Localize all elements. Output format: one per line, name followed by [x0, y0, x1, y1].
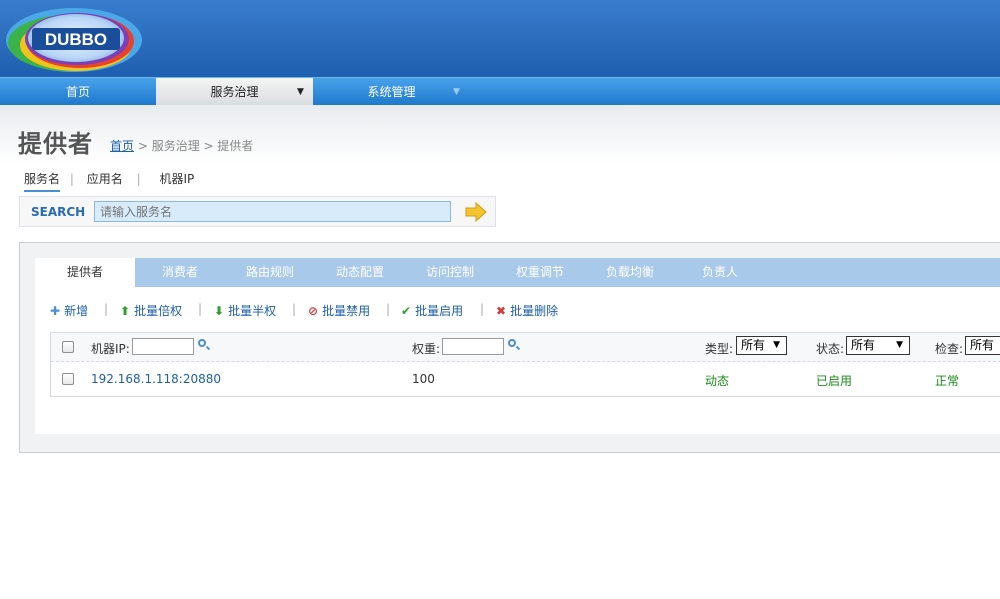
toolbar-separator: |: [292, 302, 297, 316]
tab-load-balance[interactable]: 负载均衡: [585, 258, 675, 287]
provider-weight: 100: [412, 372, 435, 386]
logo-text: DUBBO: [45, 30, 107, 49]
tab-weight-adjust[interactable]: 权重调节: [495, 258, 585, 287]
dropdown-arrow-icon: ▼: [453, 87, 460, 97]
check-filter-select[interactable]: 所有: [965, 336, 1000, 355]
batch-disable-button[interactable]: ⊘ 批量禁用: [308, 302, 370, 319]
tab-separator: |: [69, 172, 74, 186]
arrow-up-icon: ⬆: [120, 304, 131, 318]
providers-table: 机器IP: 权重: 类型: 所有 ▼ 状态: 所有 ▼ 检查: 所有 192.168…: [50, 332, 1000, 397]
tab-label: 负责人: [701, 265, 738, 279]
tab-label: 动态配置: [335, 265, 384, 279]
delete-x-icon: ✖: [496, 304, 507, 318]
provider-status: 已启用: [816, 374, 853, 388]
tab-owners[interactable]: 负责人: [675, 258, 765, 287]
batch-double-weight-button[interactable]: ⬆ 批量倍权: [120, 302, 182, 319]
nav-item-label: 首页: [65, 85, 90, 99]
batch-enable-button[interactable]: ✔ 批量启用: [401, 302, 463, 319]
search-arrow-icon[interactable]: [464, 201, 488, 223]
search-tab-machine-ip[interactable]: 机器IP: [159, 170, 194, 187]
tab-access-control[interactable]: 访问控制: [405, 258, 495, 287]
breadcrumb-current: 提供者: [217, 139, 254, 153]
search-input[interactable]: [94, 201, 451, 222]
button-label: 批量启用: [415, 304, 464, 318]
breadcrumb-separator: >: [134, 139, 152, 153]
tab-routes[interactable]: 路由规则: [225, 258, 315, 287]
select-value: 所有: [970, 338, 995, 352]
select-value: 所有: [851, 338, 876, 352]
button-label: 批量禁用: [322, 304, 371, 318]
nav-item-system-management[interactable]: 系统管理 ▼: [313, 78, 470, 106]
select-value: 所有: [741, 338, 766, 352]
search-label: SEARCH: [31, 205, 86, 219]
provider-check: 正常: [935, 374, 960, 388]
search-tab-app-name[interactable]: 应用名: [87, 170, 123, 187]
search-icon[interactable]: [508, 339, 516, 347]
tab-separator: |: [136, 172, 141, 186]
breadcrumb-home-link[interactable]: 首页: [110, 139, 134, 153]
check-filter-label: 检查:: [935, 342, 964, 356]
nav-item-label: 系统管理: [367, 85, 416, 99]
ip-filter-input[interactable]: [132, 338, 194, 355]
provider-type: 动态: [705, 374, 730, 388]
table-row: 192.168.1.118:20880 100 动态 已启用 正常: [51, 363, 1000, 396]
dropdown-arrow-icon: ▼: [773, 340, 780, 350]
page-title: 提供者: [18, 130, 93, 158]
detail-tabs: 提供者 消费者 路由规则 动态配置 访问控制 权重调节 负载均衡 负责人: [35, 258, 1000, 287]
nav-item-service-governance[interactable]: 服务治理 ▼: [156, 78, 313, 106]
tab-dynamic-config[interactable]: 动态配置: [315, 258, 405, 287]
status-filter-select[interactable]: 所有 ▼: [846, 336, 910, 355]
search-icon[interactable]: [198, 339, 206, 347]
select-all-checkbox[interactable]: [62, 341, 74, 353]
search-box: SEARCH: [19, 196, 496, 227]
button-label: 新增: [64, 304, 89, 318]
provider-address-link[interactable]: 192.168.1.118:20880: [91, 372, 221, 386]
type-filter-label: 类型:: [705, 342, 734, 356]
main-nav: 首页 服务治理 ▼ 系统管理 ▼: [0, 77, 1000, 106]
breadcrumb-section: 服务治理: [151, 139, 200, 153]
tab-label: 权重调节: [515, 265, 564, 279]
button-label: 批量删除: [510, 304, 559, 318]
batch-half-weight-button[interactable]: ⬇ 批量半权: [214, 302, 276, 319]
app-header: DUBBO: [0, 0, 1000, 77]
tab-consumers[interactable]: 消费者: [135, 258, 225, 287]
tab-label: 负载均衡: [605, 265, 654, 279]
status-filter-label: 状态:: [816, 342, 845, 356]
tab-label: 消费者: [161, 265, 198, 279]
ip-filter-label: 机器IP:: [91, 342, 130, 356]
weight-filter-label: 权重:: [412, 342, 441, 356]
tab-label: 访问控制: [425, 265, 474, 279]
tab-label: 提供者: [66, 265, 103, 279]
breadcrumb-separator: >: [199, 139, 218, 153]
type-filter-select[interactable]: 所有 ▼: [736, 336, 787, 355]
button-label: 批量倍权: [134, 304, 183, 318]
search-type-tabs: 服务名 | 应用名 | 机器IP: [24, 170, 200, 192]
button-label: 批量半权: [228, 304, 277, 318]
breadcrumb: 首页 > 服务治理 > 提供者: [110, 137, 253, 154]
table-header-row: 机器IP: 权重: 类型: 所有 ▼ 状态: 所有 ▼ 检查: 所有: [51, 333, 1000, 362]
dubbo-logo[interactable]: DUBBO: [4, 3, 144, 73]
nav-item-home[interactable]: 首页: [0, 78, 156, 106]
tab-label: 路由规则: [245, 265, 294, 279]
toolbar-separator: |: [480, 302, 485, 316]
forbidden-icon: ⊘: [308, 304, 319, 318]
plus-icon: ✚: [50, 304, 61, 318]
nav-item-label: 服务治理: [210, 85, 259, 99]
toolbar-separator: |: [104, 302, 109, 316]
search-tab-service-name[interactable]: 服务名: [24, 170, 61, 192]
toolbar-separator: |: [198, 302, 203, 316]
weight-filter-input[interactable]: [442, 338, 504, 355]
tab-providers[interactable]: 提供者: [35, 258, 135, 287]
batch-delete-button[interactable]: ✖ 批量删除: [496, 302, 558, 319]
toolbar-separator: |: [386, 302, 391, 316]
row-checkbox[interactable]: [62, 373, 74, 385]
action-toolbar: ✚ 新增 | ⬆ 批量倍权 | ⬇ 批量半权 | ⊘ 批量禁用 | ✔ 批量启用 | ✖ 批…: [50, 302, 610, 320]
check-icon: ✔: [401, 304, 412, 318]
dropdown-arrow-icon: ▼: [297, 87, 304, 97]
add-button[interactable]: ✚ 新增: [50, 302, 88, 319]
dropdown-arrow-icon: ▼: [896, 340, 903, 350]
arrow-down-icon: ⬇: [214, 304, 225, 318]
